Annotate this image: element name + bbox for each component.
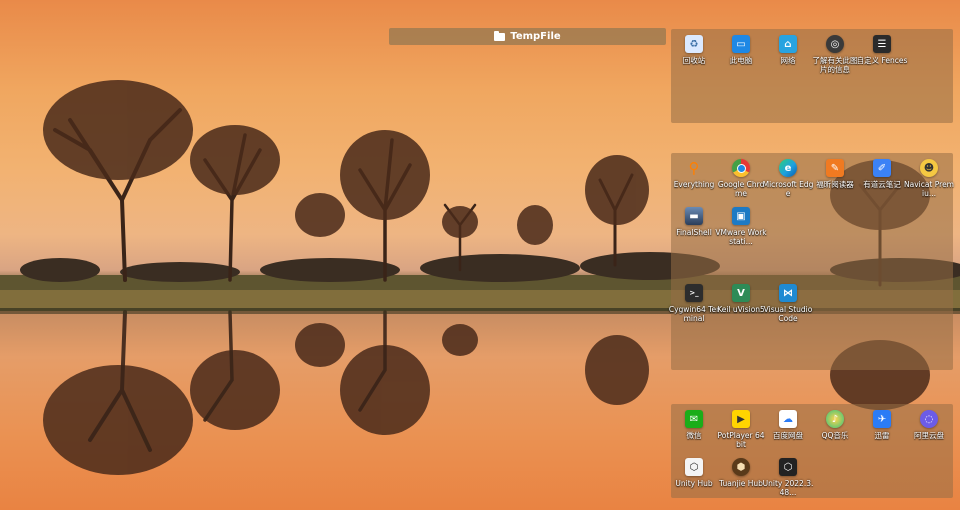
youdao-note-icon: ✐ (873, 159, 891, 177)
desktop-icon-everything[interactable]: ⚲ Everything (671, 159, 717, 189)
baidu-netdisk-icon: ☁ (779, 410, 797, 428)
desktop-icon-aliyun-drive[interactable]: ◌ 阿里云盘 (906, 410, 952, 440)
desktop-icon-thunder[interactable]: ✈ 迅雷 (859, 410, 905, 440)
everything-search-icon: ⚲ (688, 158, 700, 177)
desktop-icon-vmware[interactable]: ▣ VMware Workstati... (715, 207, 767, 246)
desktop-icon-potplayer[interactable]: ▶ PotPlayer 64 bit (717, 410, 765, 449)
fence-apps[interactable]: ⚲ Everything Google Chrome e Microsoft E… (669, 153, 954, 370)
unity-hub-icon: ⬡ (685, 458, 703, 476)
network-icon: ⌂ (779, 35, 797, 53)
wechat-icon: ✉ (685, 410, 703, 428)
vmware-icon: ▣ (732, 207, 750, 225)
tempfile-fence-label: TempFile (510, 31, 561, 42)
desktop-icon-unity-hub[interactable]: ⬡ Unity Hub (671, 458, 717, 488)
desktop-icon-recycle-bin[interactable]: ♻ 回收站 (671, 35, 717, 65)
this-pc-icon: ▭ (732, 35, 750, 53)
desktop-icon-youdao-note[interactable]: ✐ 有道云笔记 (859, 159, 905, 189)
fence-social[interactable]: ✉ 微信 ▶ PotPlayer 64 bit ☁ 百度网盘 ♪ QQ音乐 ✈ … (671, 404, 953, 498)
desktop-icon-custom-fences[interactable]: ☰ 自定义 Fences (857, 35, 907, 65)
chrome-icon (732, 159, 750, 177)
aliyun-drive-icon: ◌ (920, 410, 938, 428)
desktop-icon-navicat[interactable]: ☻ Navicat Premiu... (904, 159, 954, 198)
recycle-bin-icon: ♻ (685, 35, 703, 53)
foxit-icon: ✎ (826, 159, 844, 177)
tempfile-fence-title[interactable]: TempFile (389, 28, 666, 45)
unity-editor-icon: ⬡ (779, 458, 797, 476)
desktop-icon-finalshell[interactable]: ▬ FinalShell (671, 207, 717, 237)
desktop-icon-foxit[interactable]: ✎ 福昕阅读器 (812, 159, 858, 189)
fence-system[interactable]: ♻ 回收站 ▭ 此电脑 ⌂ 网络 ◎ 了解有关此图片的信息 ☰ 自定义 Fenc… (671, 29, 953, 123)
desktop-icon-tuanjie-hub[interactable]: ⬢ Tuanjie Hub (718, 458, 764, 488)
finalshell-icon: ▬ (685, 207, 703, 225)
thunder-icon: ✈ (873, 410, 891, 428)
desktop-icon-wechat[interactable]: ✉ 微信 (671, 410, 717, 440)
potplayer-icon: ▶ (732, 410, 750, 428)
desktop-icon-keil[interactable]: V Keil uVision5 (717, 284, 765, 314)
fences-icon: ☰ (873, 35, 891, 53)
tuanjie-hub-icon: ⬢ (732, 458, 750, 476)
desktop-icon-chrome[interactable]: Google Chrome (718, 159, 764, 198)
vscode-icon: ⋈ (779, 284, 797, 302)
keil-icon: V (732, 284, 750, 302)
desktop-icon-qq-music[interactable]: ♪ QQ音乐 (812, 410, 858, 440)
desktop-icon-vscode[interactable]: ⋈ Visual Studio Code (764, 284, 812, 323)
desktop-icon-picture-info[interactable]: ◎ 了解有关此图片的信息 (812, 35, 858, 74)
edge-icon: e (779, 159, 797, 177)
desktop-icon-baidu-netdisk[interactable]: ☁ 百度网盘 (765, 410, 811, 440)
navicat-icon: ☻ (920, 159, 938, 177)
folder-icon (494, 30, 506, 41)
desktop-icon-network[interactable]: ⌂ 网络 (765, 35, 811, 65)
desktop-icon-unity-editor[interactable]: ⬡ Unity 2022.3.48... (763, 458, 813, 497)
desktop-icon-cygwin[interactable]: >_ Cygwin64 Terminal (669, 284, 719, 323)
desktop-icon-this-pc[interactable]: ▭ 此电脑 (718, 35, 764, 65)
qq-music-icon: ♪ (826, 410, 844, 428)
cygwin-terminal-icon: >_ (685, 284, 703, 302)
desktop-icon-edge[interactable]: e Microsoft Edge (763, 159, 813, 198)
camera-info-icon: ◎ (826, 35, 844, 53)
